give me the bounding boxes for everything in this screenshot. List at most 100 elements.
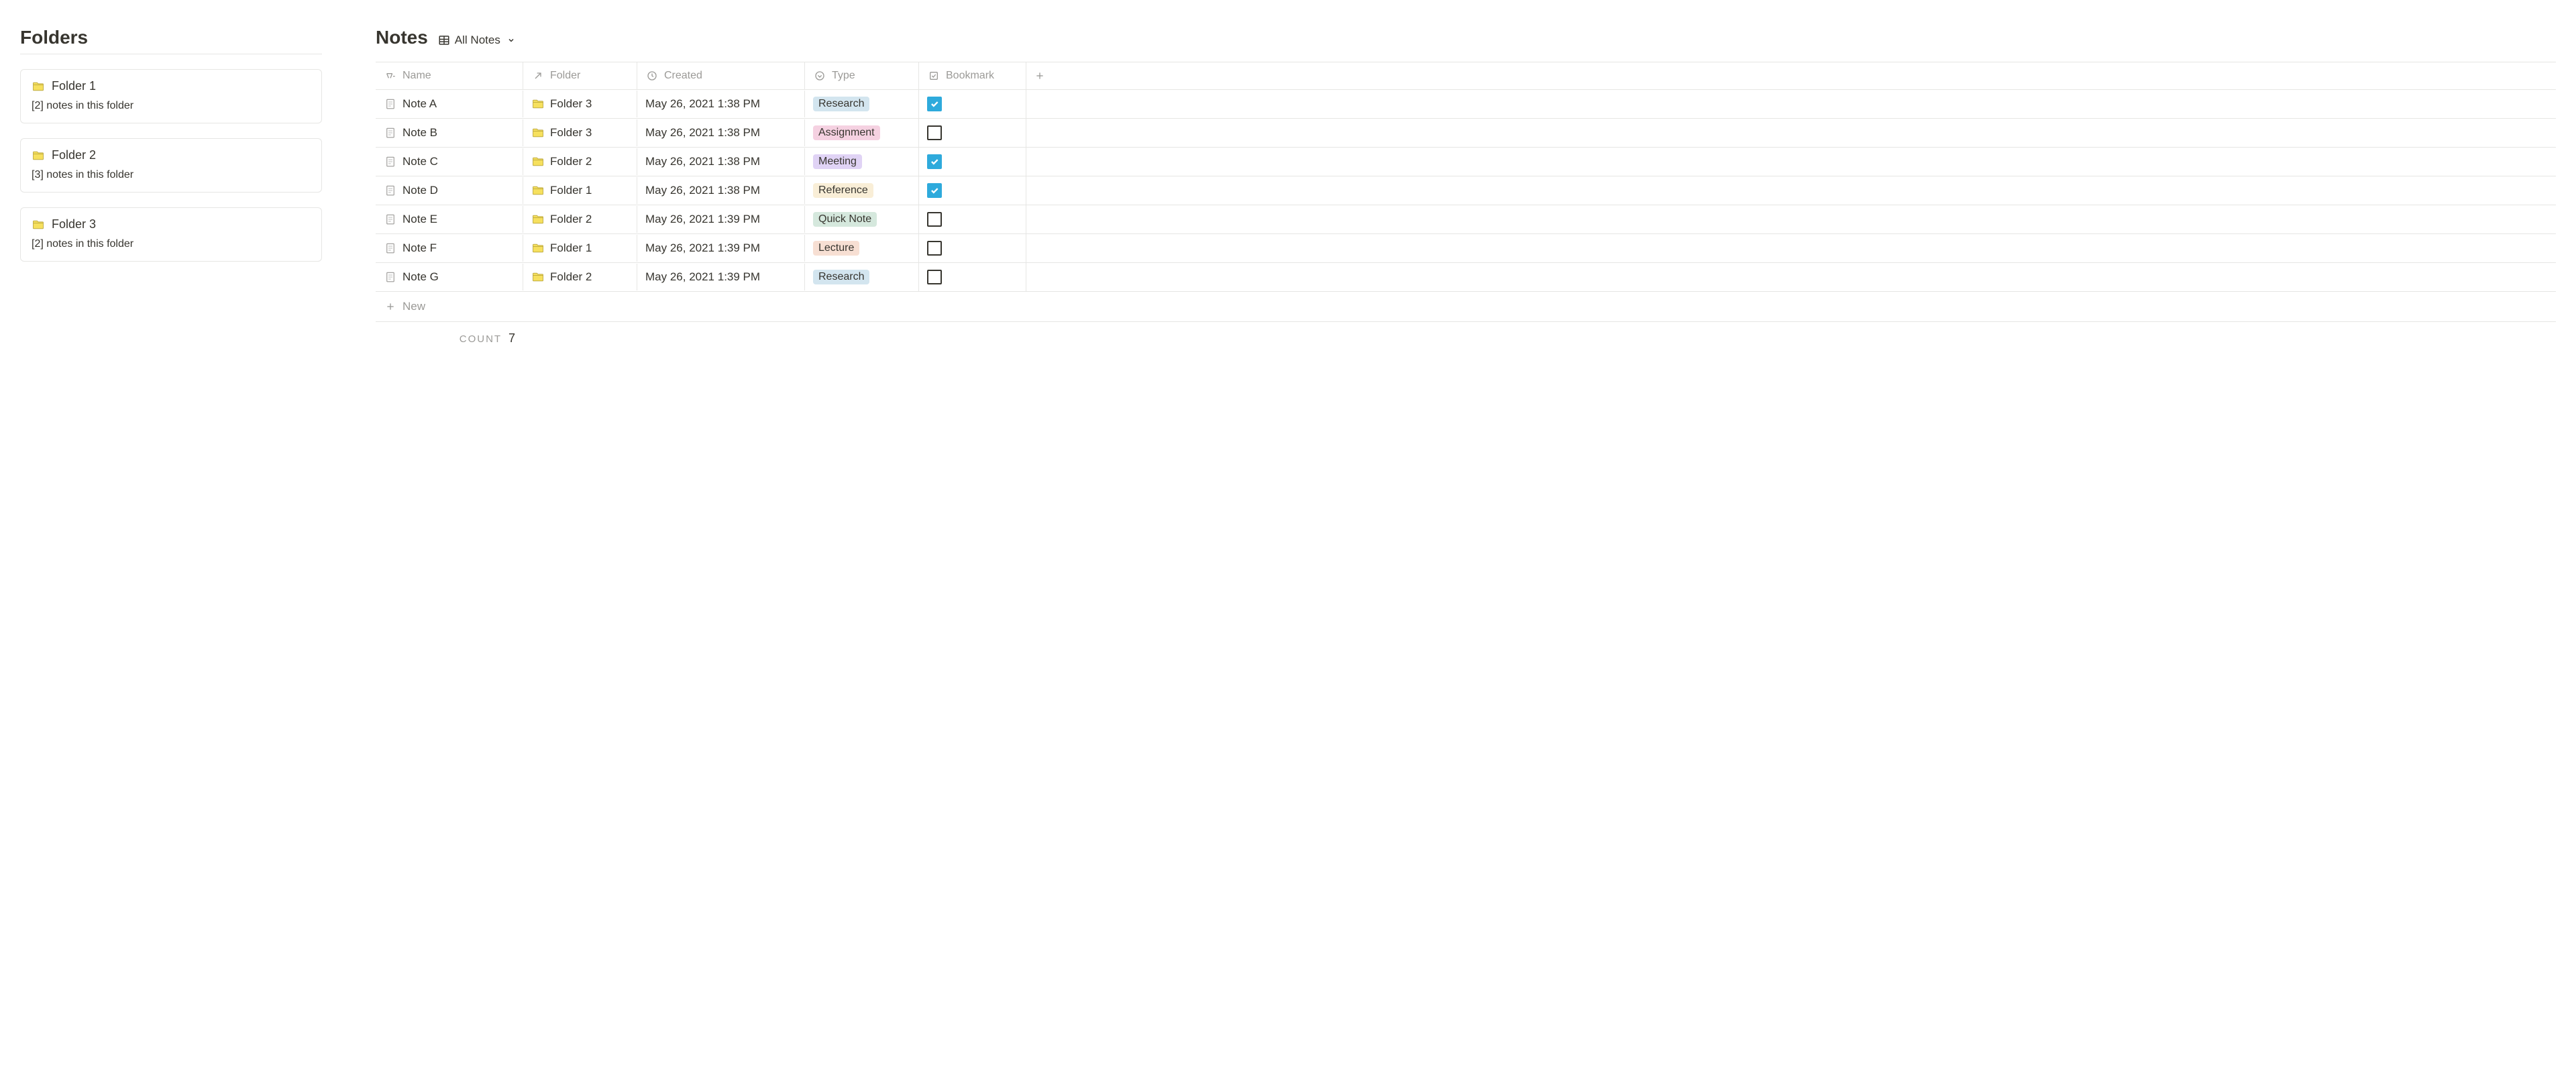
- note-folder: Folder 3: [550, 126, 592, 140]
- type-tag: Quick Note: [813, 212, 877, 227]
- new-row-button[interactable]: New: [376, 292, 2556, 322]
- checkbox-column-icon: [927, 69, 941, 83]
- bookmark-checkbox[interactable]: [927, 270, 942, 284]
- note-folder-cell[interactable]: Folder 1: [523, 177, 637, 204]
- column-header-label: Bookmark: [946, 70, 994, 82]
- note-created-cell: May 26, 2021 1:38 PM: [637, 148, 805, 175]
- note-created: May 26, 2021 1:38 PM: [645, 126, 760, 140]
- note-name-cell[interactable]: Note E: [376, 206, 523, 233]
- note-bookmark-cell: [919, 205, 1026, 233]
- note-type-cell: Quick Note: [805, 205, 919, 233]
- type-tag: Meeting: [813, 154, 862, 169]
- note-name: Note G: [402, 270, 439, 284]
- column-header-label: Name: [402, 70, 431, 82]
- table-row: Note BFolder 3May 26, 2021 1:38 PMAssign…: [376, 119, 2556, 148]
- bookmark-checkbox[interactable]: [927, 212, 942, 227]
- note-created-cell: May 26, 2021 1:38 PM: [637, 119, 805, 146]
- note-name-cell[interactable]: Note B: [376, 119, 523, 146]
- note-type-cell: Meeting: [805, 148, 919, 176]
- note-created-cell: May 26, 2021 1:38 PM: [637, 91, 805, 117]
- column-header-bookmark[interactable]: Bookmark: [919, 62, 1026, 89]
- page-icon: [384, 242, 397, 255]
- page-icon: [384, 97, 397, 111]
- note-created-cell: May 26, 2021 1:39 PM: [637, 206, 805, 233]
- empty-cell: [1026, 270, 1053, 284]
- clock-icon: [645, 69, 659, 83]
- note-name: Note D: [402, 184, 438, 197]
- folder-icon: [32, 80, 45, 93]
- folder-card[interactable]: Folder 3 [2] notes in this folder: [20, 207, 322, 262]
- column-header-type[interactable]: Type: [805, 62, 919, 89]
- text-icon: [384, 69, 397, 83]
- note-folder-cell[interactable]: Folder 1: [523, 235, 637, 262]
- column-header-label: Created: [664, 70, 702, 82]
- note-bookmark-cell: [919, 148, 1026, 176]
- note-bookmark-cell: [919, 263, 1026, 291]
- page-icon: [384, 184, 397, 197]
- note-name: Note F: [402, 242, 437, 255]
- note-created: May 26, 2021 1:38 PM: [645, 155, 760, 168]
- empty-cell: [1026, 184, 1053, 197]
- table-row: Note DFolder 1May 26, 2021 1:38 PMRefere…: [376, 176, 2556, 205]
- add-column-button[interactable]: [1026, 62, 1053, 89]
- note-name: Note B: [402, 126, 437, 140]
- note-folder-cell[interactable]: Folder 2: [523, 148, 637, 175]
- note-folder-cell[interactable]: Folder 3: [523, 91, 637, 117]
- table-row: Note FFolder 1May 26, 2021 1:39 PMLectur…: [376, 234, 2556, 263]
- note-folder-cell[interactable]: Folder 2: [523, 264, 637, 290]
- folders-sidebar: Folders Folder 1[2] notes in this folder…: [20, 27, 322, 345]
- note-folder: Folder 1: [550, 242, 592, 255]
- note-created-cell: May 26, 2021 1:39 PM: [637, 264, 805, 290]
- bookmark-checkbox[interactable]: [927, 154, 942, 169]
- note-name-cell[interactable]: Note C: [376, 148, 523, 175]
- folder-icon: [531, 242, 545, 255]
- column-header-label: Folder: [550, 70, 580, 82]
- table-header-row: Name Folder Created: [376, 62, 2556, 90]
- plus-icon: [1033, 69, 1046, 83]
- bookmark-checkbox[interactable]: [927, 97, 942, 111]
- note-type-cell: Research: [805, 263, 919, 291]
- folder-card[interactable]: Folder 1[2] notes in this folder: [20, 69, 322, 123]
- folder-card-title: Folder 3: [52, 217, 96, 231]
- note-folder: Folder 2: [550, 213, 592, 226]
- view-selector[interactable]: All Notes: [437, 34, 518, 47]
- note-name-cell[interactable]: Note G: [376, 264, 523, 290]
- note-created: May 26, 2021 1:39 PM: [645, 213, 760, 226]
- table-row: Note G Folder 2 May 26, 2021 1:39 PM Resear…: [376, 263, 2556, 292]
- note-name-cell[interactable]: Note A: [376, 91, 523, 117]
- bookmark-checkbox[interactable]: [927, 241, 942, 256]
- note-folder: Folder 1: [550, 184, 592, 197]
- note-created-cell: May 26, 2021 1:39 PM: [637, 235, 805, 262]
- folder-card-subtitle: [2] notes in this folder: [32, 238, 311, 250]
- type-tag: Research: [813, 270, 869, 284]
- chevron-down-icon: [504, 34, 518, 47]
- column-header-name[interactable]: Name: [376, 62, 523, 89]
- note-type-cell: Reference: [805, 176, 919, 205]
- type-tag: Reference: [813, 183, 873, 198]
- notes-panel: Notes All Notes Name: [376, 27, 2556, 345]
- folder-card[interactable]: Folder 2[3] notes in this folder: [20, 138, 322, 193]
- note-type-cell: Research: [805, 90, 919, 118]
- bookmark-checkbox[interactable]: [927, 183, 942, 198]
- note-folder-cell[interactable]: Folder 3: [523, 119, 637, 146]
- folder-icon: [531, 126, 545, 140]
- column-header-folder[interactable]: Folder: [523, 62, 637, 89]
- folder-card-subtitle: [3] notes in this folder: [32, 169, 311, 181]
- note-folder-cell[interactable]: Folder 2: [523, 206, 637, 233]
- page-icon: [384, 126, 397, 140]
- table-row: Note CFolder 2 May 26, 2021 1:38 PM Meetin…: [376, 148, 2556, 176]
- note-folder: Folder 2: [550, 270, 592, 284]
- column-header-created[interactable]: Created: [637, 62, 805, 89]
- notes-table: Name Folder Created: [376, 62, 2556, 345]
- page-icon: [384, 270, 397, 284]
- bookmark-checkbox[interactable]: [927, 125, 942, 140]
- count-label: COUNT: [460, 333, 502, 345]
- table-footer: COUNT 7: [376, 322, 2556, 345]
- folder-card-subtitle: [2] notes in this folder: [32, 100, 311, 112]
- empty-cell: [1026, 126, 1053, 140]
- folder-icon: [531, 155, 545, 168]
- note-created: May 26, 2021 1:39 PM: [645, 242, 760, 255]
- note-name-cell[interactable]: Note F: [376, 235, 523, 262]
- note-name-cell[interactable]: Note D: [376, 177, 523, 204]
- count-value: 7: [508, 331, 515, 345]
